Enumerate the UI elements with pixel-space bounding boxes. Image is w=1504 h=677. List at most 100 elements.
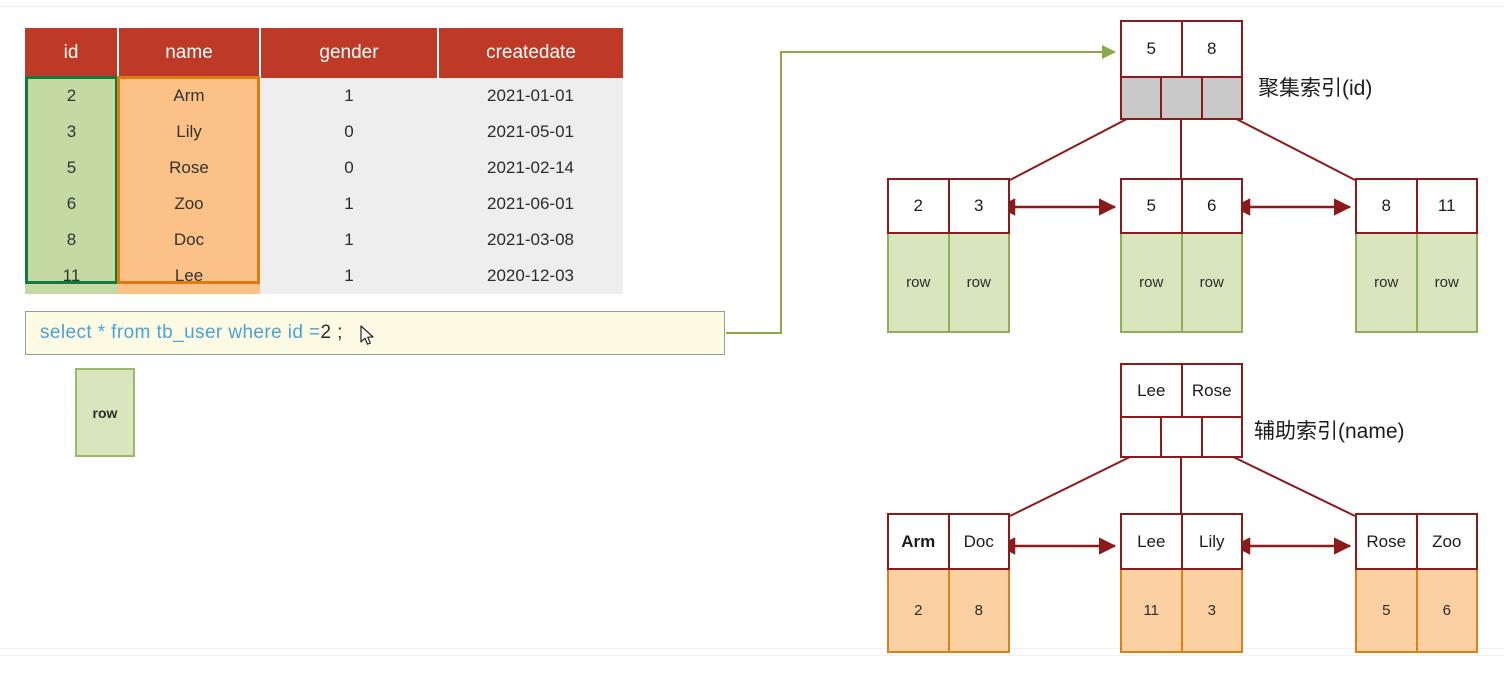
- payload-cell: row: [889, 234, 950, 331]
- key-cell: Zoo: [1417, 515, 1476, 568]
- column-header-createdate: createdate: [438, 28, 623, 78]
- column-header-gender: gender: [260, 28, 439, 78]
- pointer-cell: [1162, 418, 1203, 456]
- clustered-leaf-1-keys: 56: [1120, 178, 1243, 234]
- key-cell: Arm: [889, 515, 950, 568]
- secondary-leaf-2-keys: Rose Zoo: [1355, 513, 1478, 570]
- clustered-leaf-node-0: 23 row row: [887, 178, 1010, 333]
- table-cell-date: 2021-02-14: [438, 150, 623, 186]
- detached-row-label: row: [92, 404, 118, 421]
- clustered-leaf-node-1: 56 row row: [1120, 178, 1243, 333]
- key-cell: Rose: [1182, 365, 1241, 416]
- column-header-name: name: [118, 28, 261, 78]
- table-cell-gender: 0: [260, 150, 438, 186]
- table-cell-id: 6: [25, 186, 118, 222]
- secondary-root-key-row: Lee Rose: [1120, 363, 1243, 418]
- clustered-root-pointer-row: [1120, 78, 1243, 120]
- table-row: 5 Rose 0 2021-02-14: [25, 150, 623, 186]
- table-row: 6 Zoo 1 2021-06-01: [25, 186, 623, 222]
- sql-keyword-text: select * from tb_user where id =: [40, 322, 321, 343]
- table-cell-id: 3: [25, 114, 118, 150]
- table-cell-name: Arm: [118, 78, 260, 114]
- pointer-cell: [1202, 78, 1241, 118]
- table-row: 3 Lily 0 2021-05-01: [25, 114, 623, 150]
- pointer-cell: [1162, 78, 1203, 118]
- table-cell-id: 2: [25, 78, 118, 114]
- key-cell: Lee: [1122, 515, 1183, 568]
- sql-literal-value: 2: [320, 322, 332, 343]
- secondary-leaf-1-payload: 11 3: [1120, 570, 1243, 653]
- table-cell-date: 2021-06-01: [438, 186, 623, 222]
- secondary-leaf-0-keys: Arm Doc: [887, 513, 1010, 570]
- table-row: 2 Arm 1 2021-01-01: [25, 78, 623, 114]
- pointer-cell: [1202, 418, 1241, 456]
- payload-cell: row: [949, 234, 1008, 331]
- table-cell-gender: 1: [260, 222, 438, 258]
- clustered-index-caption: 聚集索引(id): [1258, 77, 1373, 100]
- key-cell: 8: [1182, 22, 1241, 76]
- payload-cell: 8: [949, 570, 1008, 651]
- secondary-root-pointer-row: [1120, 418, 1243, 458]
- key-cell: 2: [889, 180, 950, 232]
- key-cell: Lily: [1182, 515, 1241, 568]
- table-header-row: id name gender createdate: [25, 28, 623, 78]
- table-cell-name: Lily: [118, 114, 260, 150]
- key-cell: Doc: [949, 515, 1008, 568]
- clustered-leaf-1-payload: row row: [1120, 234, 1243, 333]
- sql-terminator: ;: [331, 322, 343, 343]
- key-cell: Lee: [1122, 365, 1183, 416]
- secondary-leaf-node-1: Lee Lily 11 3: [1120, 513, 1243, 653]
- payload-cell: row: [1357, 234, 1418, 331]
- pointer-cell: [1122, 78, 1163, 118]
- key-cell: 6: [1182, 180, 1241, 232]
- slide-canvas: id name gender createdate 2 Arm 1 2021-01-0…: [0, 0, 1504, 677]
- payload-cell: 2: [889, 570, 950, 651]
- table-cell-gender: 1: [260, 78, 438, 114]
- pointer-cell: [1122, 418, 1163, 456]
- secondary-index-edges: [1009, 449, 1356, 517]
- clustered-leaf-0-payload: row row: [887, 234, 1010, 333]
- table-cell-gender: 1: [260, 258, 438, 294]
- clustered-index-edges: [1009, 109, 1356, 181]
- table-cell-id: 8: [25, 222, 118, 258]
- payload-cell: 3: [1182, 570, 1241, 651]
- table-cell-id: 11: [25, 258, 118, 294]
- secondary-leaf-1-keys: Lee Lily: [1120, 513, 1243, 570]
- key-cell: Rose: [1357, 515, 1418, 568]
- key-cell: 11: [1417, 180, 1476, 232]
- payload-cell: row: [1182, 234, 1241, 331]
- secondary-leaf-node-2: Rose Zoo 56: [1355, 513, 1478, 653]
- key-cell: 8: [1357, 180, 1418, 232]
- secondary-leaf-2-payload: 56: [1355, 570, 1478, 653]
- secondary-leaf-0-payload: 28: [887, 570, 1010, 653]
- table-cell-date: 2021-01-01: [438, 78, 623, 114]
- mouse-cursor-icon: [360, 325, 374, 345]
- guide-line-bottom-2: [0, 655, 1504, 656]
- table-body: 2 Arm 1 2021-01-01 3 Lily 0 2021-05-01 5 Rose 0 202…: [25, 78, 623, 294]
- table-cell-name: Rose: [118, 150, 260, 186]
- payload-cell: row: [1417, 234, 1476, 331]
- clustered-root-key-row: 58: [1120, 20, 1243, 78]
- detached-row-block: row: [75, 368, 135, 457]
- payload-cell: 6: [1417, 570, 1476, 651]
- table-row: 11 Lee 1 2020-12-03: [25, 258, 623, 294]
- secondary-index-caption: 辅助索引(name): [1254, 420, 1405, 443]
- table-cell-gender: 0: [260, 114, 438, 150]
- clustered-leaf-2-payload: row row: [1355, 234, 1478, 333]
- table-cell-id: 5: [25, 150, 118, 186]
- guide-line-bottom: [0, 648, 1504, 649]
- table-row: 8 Doc 1 2021-03-08: [25, 222, 623, 258]
- table-cell-name: Doc: [118, 222, 260, 258]
- payload-cell: 11: [1122, 570, 1183, 651]
- key-cell: 5: [1122, 22, 1183, 76]
- secondary-leaf-node-0: Arm Doc 28: [887, 513, 1010, 653]
- table-cell-date: 2021-03-08: [438, 222, 623, 258]
- clustered-index-root-node: 58: [1120, 20, 1243, 120]
- table-cell-gender: 1: [260, 186, 438, 222]
- clustered-leaf-0-keys: 23: [887, 178, 1010, 234]
- clustered-leaf-node-2: 8 11 row row: [1355, 178, 1478, 333]
- payload-cell: row: [1122, 234, 1183, 331]
- clustered-leaf-2-keys: 8 11: [1355, 178, 1478, 234]
- key-cell: 3: [949, 180, 1008, 232]
- guide-line-top: [0, 6, 1504, 7]
